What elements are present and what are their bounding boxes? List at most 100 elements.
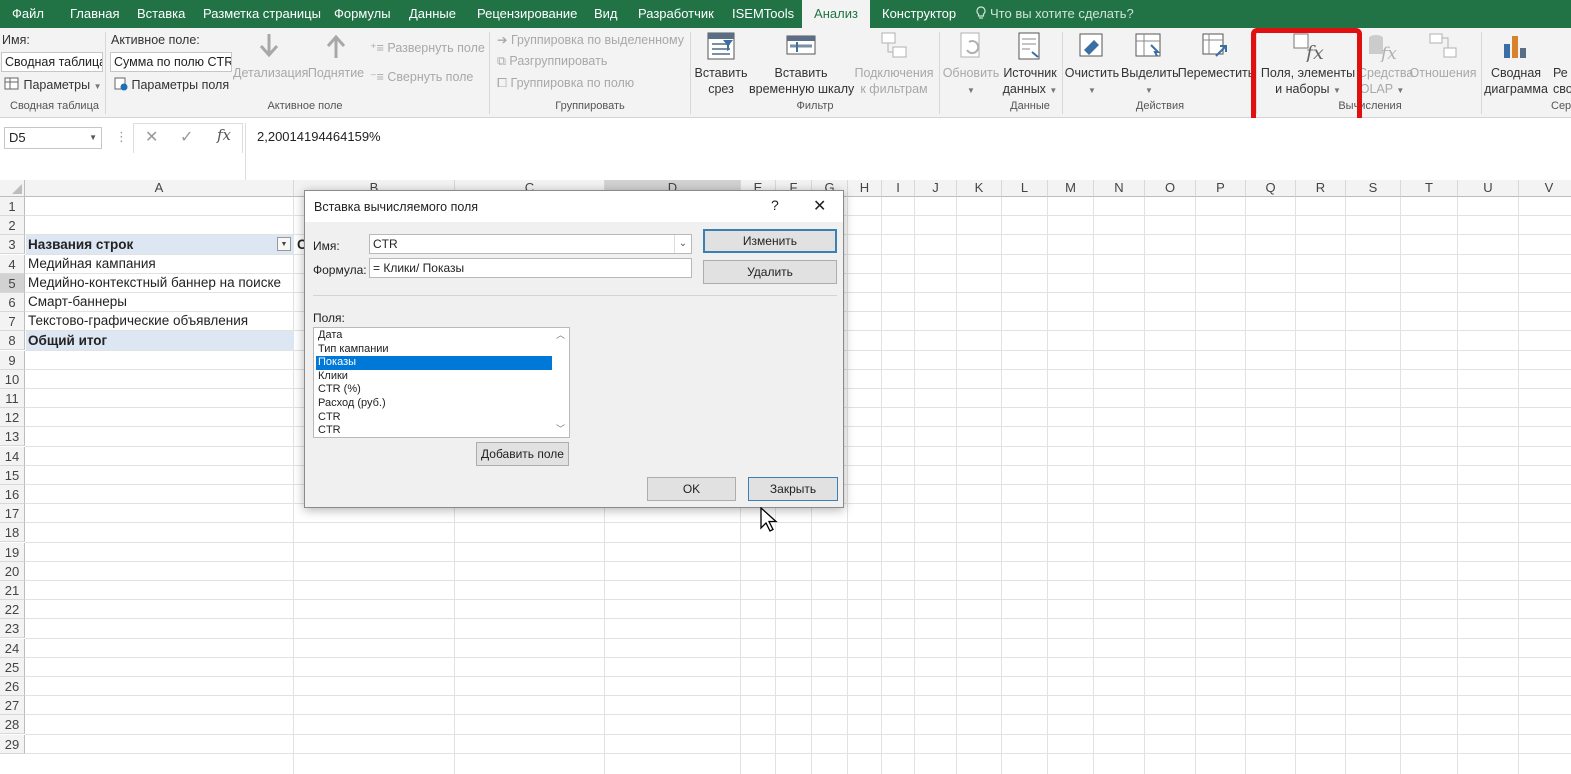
field-list-item[interactable]: CTR (%) xyxy=(316,383,552,397)
tab-analyze[interactable]: Анализ xyxy=(802,0,870,28)
tab-review[interactable]: Рецензирование xyxy=(477,0,577,28)
olap-tools-button[interactable]: fx Средства OLAP ▼ xyxy=(1358,30,1413,99)
field-list-item[interactable]: Дата xyxy=(316,329,552,343)
column-header[interactable]: Q xyxy=(1246,180,1296,197)
row-header[interactable]: 5 xyxy=(0,273,25,293)
insert-timeline-button[interactable]: Вставить временную шкалу xyxy=(749,30,854,97)
row-header[interactable]: 23 xyxy=(0,619,25,639)
tab-home[interactable]: Главная xyxy=(70,0,119,28)
field-list-item[interactable]: Клики xyxy=(316,370,552,384)
column-header[interactable]: S xyxy=(1346,180,1401,197)
row-header[interactable]: 16 xyxy=(0,485,25,504)
row-header[interactable]: 12 xyxy=(0,408,25,428)
column-header[interactable]: L xyxy=(1002,180,1048,197)
name-box[interactable]: D5 ▼ xyxy=(4,127,102,149)
tab-developer[interactable]: Разработчик xyxy=(638,0,714,28)
tab-view[interactable]: Вид xyxy=(594,0,618,28)
tab-formulas[interactable]: Формулы xyxy=(334,0,391,28)
column-header[interactable]: O xyxy=(1145,180,1196,197)
row-header[interactable]: 27 xyxy=(0,696,25,716)
row-header[interactable]: 10 xyxy=(0,369,25,389)
tab-insert[interactable]: Вставка xyxy=(137,0,185,28)
pivot-row-item[interactable]: Текстово-графические объявления xyxy=(28,311,248,330)
pivot-name-input[interactable]: Сводная таблица1 xyxy=(1,52,103,72)
dialog-close-icon[interactable]: ✕ xyxy=(813,196,826,216)
group-selection-button[interactable]: ➔ Группировка по выделенному xyxy=(497,32,684,47)
select-all-corner[interactable] xyxy=(0,180,25,197)
recommended-pivots-button[interactable]: Ре сво xyxy=(1553,30,1571,97)
scroll-up-icon[interactable]: ︿ xyxy=(556,328,565,341)
pivot-grand-total-label[interactable]: Общий итог xyxy=(28,331,107,350)
column-header[interactable]: K xyxy=(957,180,1002,197)
column-header[interactable]: A xyxy=(25,180,294,197)
column-header[interactable]: V xyxy=(1519,180,1571,197)
row-header[interactable]: 26 xyxy=(0,677,25,696)
name-combobox[interactable]: CTR ⌄ xyxy=(369,234,692,254)
row-header[interactable]: 18 xyxy=(0,523,25,543)
pivot-options-button[interactable]: Параметры ▼ xyxy=(4,77,102,92)
row-header[interactable]: 13 xyxy=(0,427,25,447)
row-header[interactable]: 11 xyxy=(0,389,25,408)
scroll-down-icon[interactable]: ﹀ xyxy=(556,422,565,435)
tell-me-search[interactable]: Что вы хотите сделать? xyxy=(975,0,1134,28)
column-header[interactable]: T xyxy=(1401,180,1458,197)
tab-data[interactable]: Данные xyxy=(409,0,456,28)
field-list-item[interactable]: Тип кампании xyxy=(316,343,552,357)
pivot-row-item[interactable]: Медийная кампания xyxy=(28,254,156,273)
refresh-button[interactable]: Обновить ▼ xyxy=(940,30,1002,99)
column-header[interactable]: P xyxy=(1196,180,1246,197)
active-field-input[interactable]: Сумма по полю CTR xyxy=(110,52,232,72)
delete-button[interactable]: Удалить xyxy=(703,260,837,284)
cancel-icon[interactable]: ✕ xyxy=(145,127,158,147)
clear-button[interactable]: Очистить ▼ xyxy=(1063,30,1121,99)
relationships-button[interactable]: Отношения xyxy=(1408,30,1478,81)
column-header[interactable]: I xyxy=(882,180,915,197)
drill-up-button[interactable]: Поднятие xyxy=(305,30,367,81)
row-header[interactable]: 2 xyxy=(0,216,25,236)
row-header[interactable]: 3 xyxy=(0,235,25,255)
filter-dropdown-icon[interactable]: ▼ xyxy=(277,237,291,251)
column-header[interactable]: U xyxy=(1458,180,1519,197)
pivot-row-item[interactable]: Смарт-баннеры xyxy=(28,292,127,311)
name-box-dropdown-icon[interactable]: ▼ xyxy=(89,128,97,148)
collapse-field-button[interactable]: ⁻≡ Свернуть поле xyxy=(370,69,473,84)
row-header[interactable]: 4 xyxy=(0,254,25,274)
expand-field-button[interactable]: ⁺≡ Развернуть поле xyxy=(370,40,485,55)
ok-button[interactable]: OK xyxy=(647,477,736,501)
row-header[interactable]: 28 xyxy=(0,715,25,735)
formula-input[interactable]: 2,20014194464159% xyxy=(257,129,381,144)
tab-design[interactable]: Конструктор xyxy=(882,0,956,28)
add-field-button[interactable]: Добавить поле xyxy=(476,442,569,466)
row-header[interactable]: 29 xyxy=(0,734,25,754)
drill-down-button[interactable]: Детализация xyxy=(233,30,308,81)
row-header[interactable]: 8 xyxy=(0,331,25,351)
group-field-button[interactable]: ⧠ Группировка по полю xyxy=(497,76,634,91)
field-list-item[interactable]: CTR xyxy=(316,424,552,437)
field-settings-button[interactable]: Параметры поля xyxy=(114,77,229,92)
row-header[interactable]: 14 xyxy=(0,446,25,466)
listbox-scrollbar[interactable]: ︿ ﹀ xyxy=(552,328,569,437)
column-header[interactable]: M xyxy=(1048,180,1094,197)
move-pivot-button[interactable]: Переместить xyxy=(1177,30,1255,81)
row-header[interactable]: 21 xyxy=(0,581,25,600)
pivot-row-labels-header[interactable]: Названия строк xyxy=(28,235,133,254)
field-list-item[interactable]: CTR xyxy=(316,411,552,425)
select-button[interactable]: Выделить ▼ xyxy=(1121,30,1179,99)
filter-connections-button[interactable]: Подключения к фильтрам xyxy=(853,30,935,97)
field-list-item[interactable]: Показы xyxy=(316,356,552,370)
tab-isemtools[interactable]: ISEMTools xyxy=(732,0,794,28)
help-button[interactable]: ? xyxy=(771,197,779,213)
insert-slicer-button[interactable]: Вставить срез xyxy=(693,30,749,97)
chevron-down-icon[interactable]: ⌄ xyxy=(674,235,691,253)
row-header[interactable]: 19 xyxy=(0,542,25,562)
close-button[interactable]: Закрыть xyxy=(748,477,838,501)
field-list-item[interactable]: Расход (руб.) xyxy=(316,397,552,411)
column-header[interactable]: J xyxy=(915,180,957,197)
confirm-icon[interactable]: ✓ xyxy=(180,127,193,147)
fields-listbox[interactable]: Дата Тип кампании Показы Клики CTR (%) Расход… xyxy=(313,327,570,438)
row-header[interactable]: 17 xyxy=(0,504,25,524)
row-header[interactable]: 24 xyxy=(0,638,25,658)
row-header[interactable]: 15 xyxy=(0,465,25,485)
row-header[interactable]: 25 xyxy=(0,657,25,677)
column-header[interactable]: N xyxy=(1094,180,1145,197)
